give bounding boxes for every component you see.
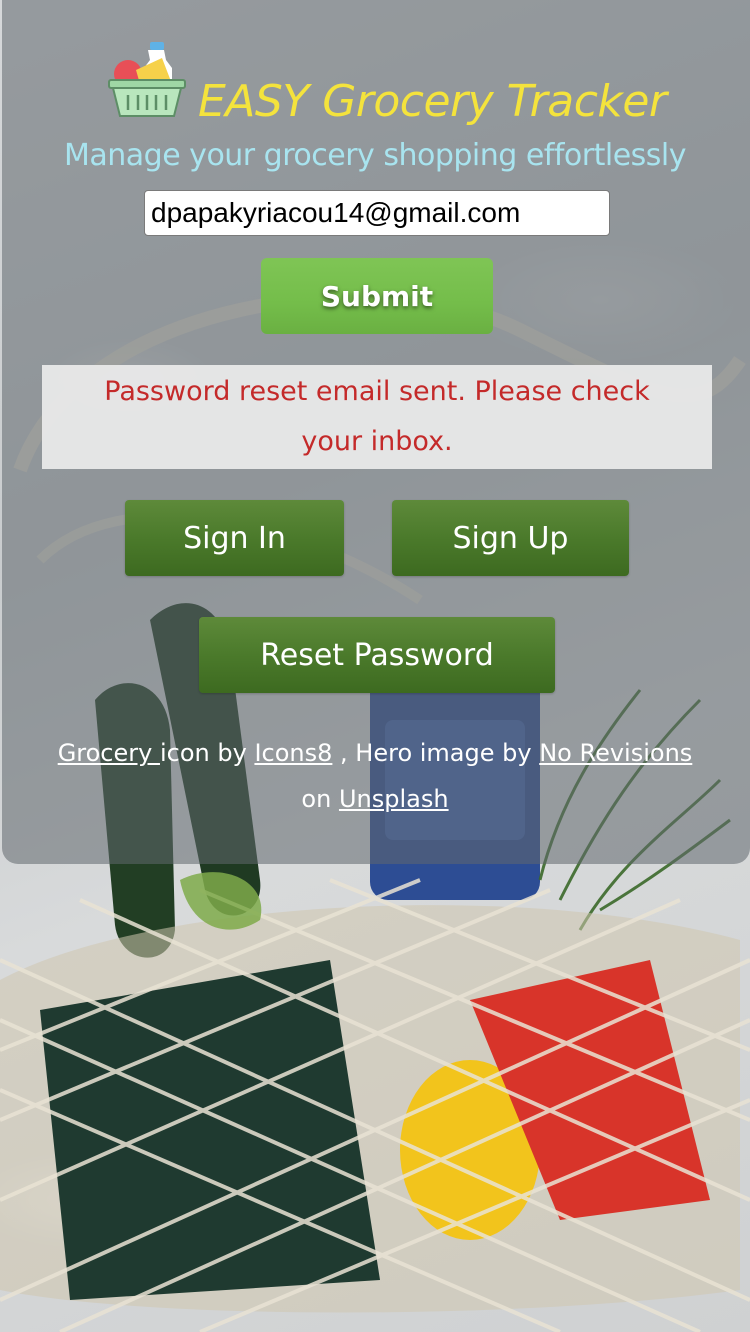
status-message-box: Password reset email sent. Please check … <box>42 365 712 469</box>
sign-in-button[interactable]: Sign In <box>125 500 344 576</box>
sign-up-button[interactable]: Sign Up <box>392 500 629 576</box>
reset-password-button[interactable]: Reset Password <box>199 617 555 693</box>
grocery-icon-link[interactable]: Grocery <box>58 739 160 767</box>
status-message: Password reset email sent. Please check … <box>104 376 650 457</box>
unsplash-link[interactable]: Unsplash <box>339 785 449 813</box>
no-revisions-link[interactable]: No Revisions <box>539 739 692 767</box>
submit-button[interactable]: Submit <box>261 258 493 334</box>
credits-hero-text: , Hero image by <box>340 739 532 767</box>
app-tagline: Manage your grocery shopping effortlessl… <box>63 138 687 173</box>
brand-header: EASY Grocery Tracker <box>106 40 667 130</box>
login-page: EASY Grocery Tracker Manage your grocery… <box>0 0 750 1332</box>
icons8-link[interactable]: Icons8 <box>254 739 332 767</box>
email-field[interactable] <box>144 190 610 236</box>
credits-icon-by-text: icon by <box>159 739 247 767</box>
grocery-basket-icon <box>108 42 186 117</box>
app-title: EASY Grocery Tracker <box>198 76 667 127</box>
credits-text: Grocery icon by Icons8 , Hero image by N… <box>30 730 720 822</box>
credits-on-text: on <box>301 785 332 813</box>
